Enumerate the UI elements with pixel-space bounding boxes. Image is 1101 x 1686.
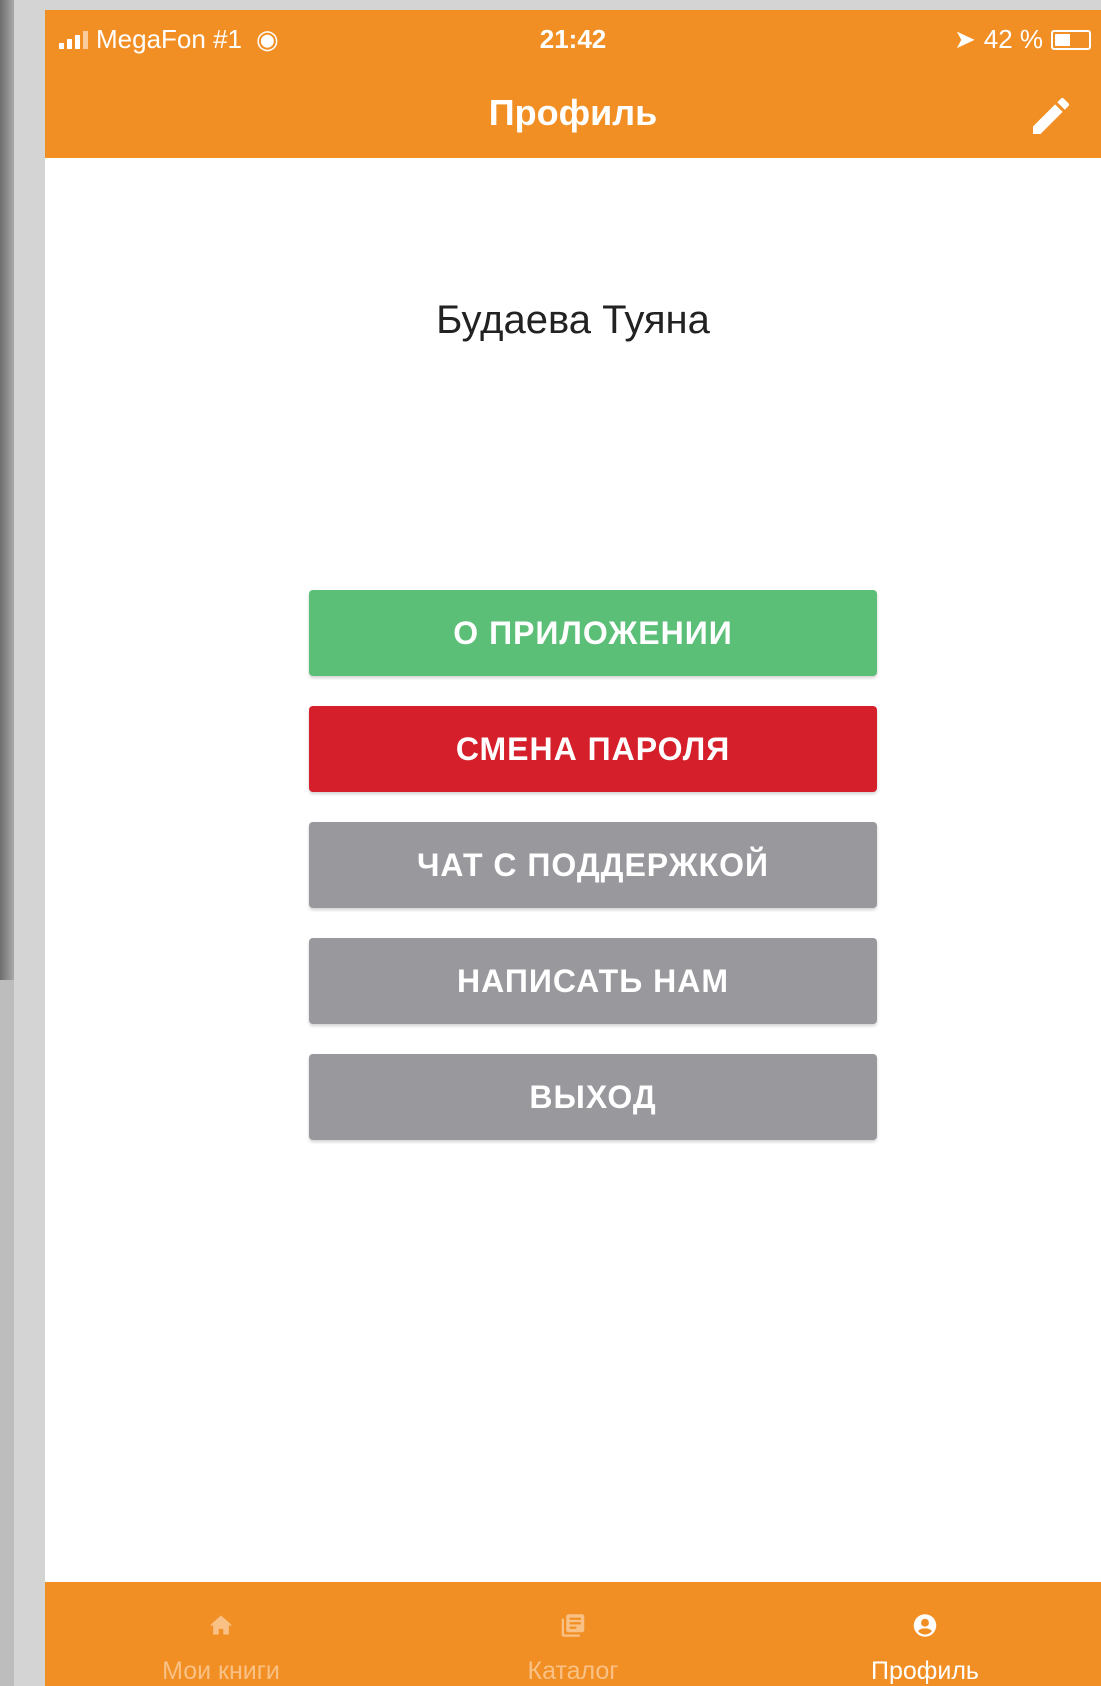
support-chat-button[interactable]: ЧАТ С ПОДДЕРЖКОЙ <box>309 822 877 908</box>
status-bar: MegaFon #1 ◉ 21:42 ➤ 42 % <box>45 10 1101 70</box>
page-title: Профиль <box>488 92 658 133</box>
phone-screen: MegaFon #1 ◉ 21:42 ➤ 42 % Профиль Будаев… <box>45 10 1101 1686</box>
status-right: ➤ 42 % <box>954 24 1091 55</box>
logout-button[interactable]: ВЫХОД <box>309 1054 877 1140</box>
profile-name: Будаева Туяна <box>436 298 710 342</box>
tab-label: Каталог <box>527 1657 619 1685</box>
status-time: 21:42 <box>539 24 607 54</box>
edit-profile-button[interactable] <box>1027 92 1075 140</box>
tab-my-books[interactable]: Мои книги <box>45 1582 397 1686</box>
about-app-button[interactable]: О ПРИЛОЖЕНИИ <box>309 590 877 676</box>
tab-label: Мои книги <box>162 1657 280 1685</box>
battery-icon <box>1051 29 1091 50</box>
top-bar: MegaFon #1 ◉ 21:42 ➤ 42 % Профиль <box>45 10 1101 158</box>
background-edge <box>0 0 14 980</box>
catalog-icon <box>561 1614 585 1637</box>
tab-catalog[interactable]: Каталог <box>397 1582 749 1686</box>
location-icon: ➤ <box>953 24 976 54</box>
write-to-us-button[interactable]: НАПИСАТЬ НАМ <box>309 938 877 1024</box>
pencil-icon <box>1033 97 1070 134</box>
home-icon <box>209 1615 233 1635</box>
change-password-button[interactable]: СМЕНА ПАРОЛЯ <box>309 706 877 792</box>
profile-icon <box>913 1614 937 1637</box>
battery-percent: 42 % <box>983 24 1043 54</box>
tab-bar: Мои книги Каталог Профиль <box>45 1582 1101 1686</box>
background-edge-lower <box>0 980 14 1686</box>
tab-profile[interactable]: Профиль <box>749 1582 1101 1686</box>
tab-label: Профиль <box>871 1657 979 1685</box>
